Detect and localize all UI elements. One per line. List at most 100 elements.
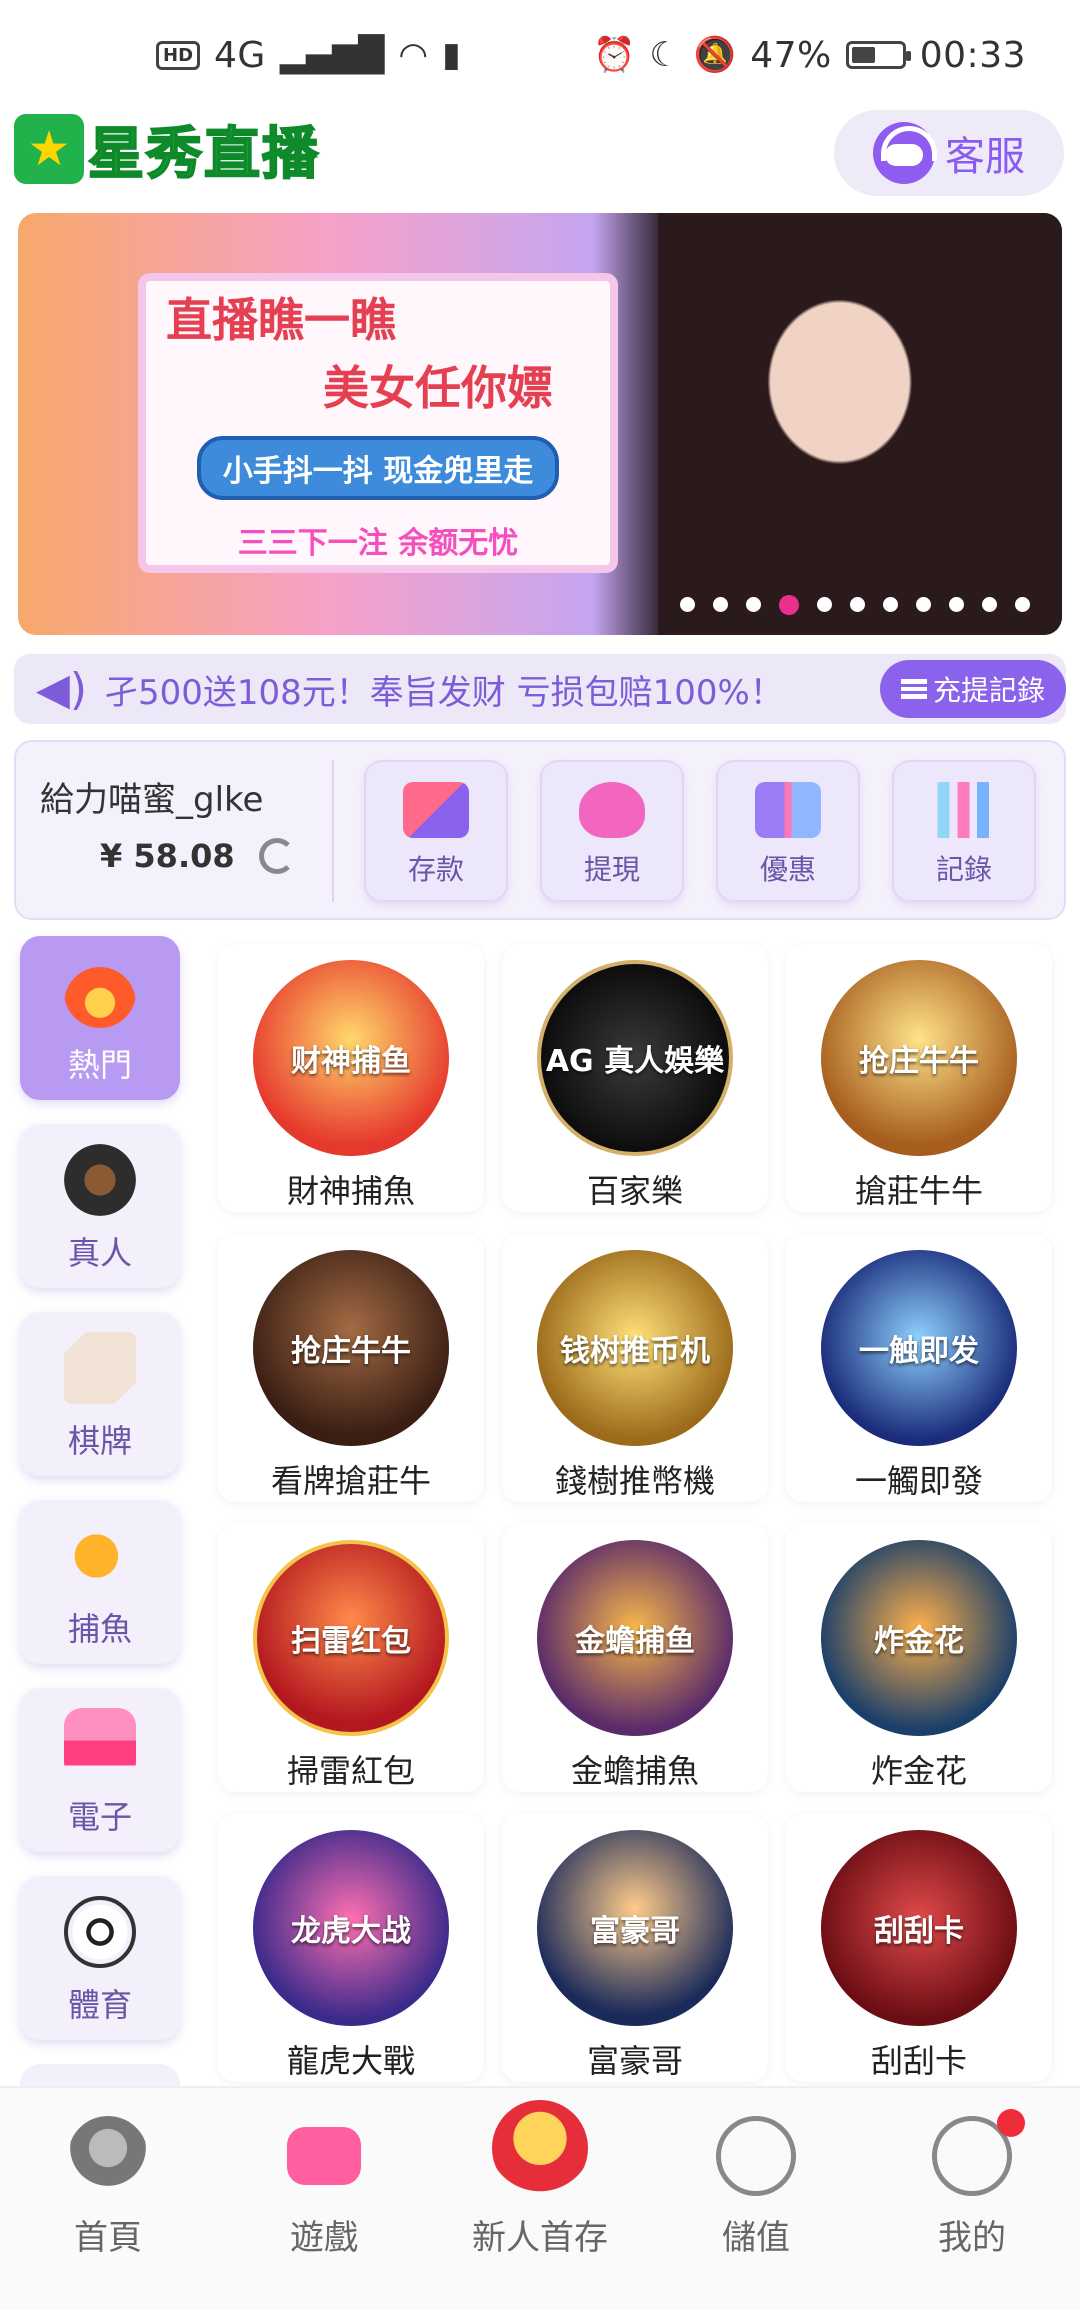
game-card-rich-guy[interactable]: 富豪哥 富豪哥 — [502, 1814, 768, 2082]
category-label: 真人 — [67, 1234, 132, 1272]
battery-icon — [845, 41, 911, 69]
signal-icon: ▂▄▆█ — [279, 35, 385, 75]
game-name: 龍虎大戰 — [286, 2042, 415, 2080]
deposit-button[interactable]: 存款 — [364, 760, 508, 902]
banner-dot[interactable] — [680, 597, 695, 612]
category-label: 電子 — [67, 1798, 132, 1836]
game-thumbnail: 抢庄牛牛 — [253, 1250, 449, 1446]
slot-machine-icon — [64, 1708, 136, 1780]
fire-icon — [64, 956, 136, 1028]
game-name: 掃雷紅包 — [286, 1752, 415, 1790]
wallet-panel: 給力喵蜜_glke ¥ 58.08 存款 提現 優惠 記錄 — [14, 740, 1066, 920]
category-label: 體育 — [67, 1986, 132, 2024]
game-name: 炸金花 — [870, 1752, 967, 1790]
banner-dot[interactable] — [916, 597, 931, 612]
game-thumbnail: 财神捕鱼 — [253, 960, 449, 1156]
records-button-label: 充提記錄 — [932, 674, 1045, 707]
nav-topup[interactable]: 儲值 — [656, 2116, 856, 2259]
notification-dot — [997, 2109, 1025, 2137]
game-card-caishen-fishing[interactable]: 财神捕鱼 財神捕魚 — [218, 944, 484, 1212]
user-profile-icon — [932, 2109, 1025, 2196]
gamepad-icon — [287, 2127, 361, 2185]
banner-dot[interactable] — [713, 597, 728, 612]
game-grid: 财神捕鱼 財神捕魚 AG 真人娛樂 百家樂 抢庄牛牛 搶莊牛牛 抢庄牛牛 看牌搶… — [218, 944, 1058, 2082]
nav-first-deposit[interactable]: 新人首存 — [440, 2100, 640, 2259]
banner-pagination[interactable] — [680, 595, 1030, 615]
status-right: ⏰ ☾ 🔕 47% 00:33 — [593, 35, 1026, 76]
game-thumbnail: 富豪哥 — [537, 1830, 733, 2026]
category-sports[interactable]: 體育 — [20, 1876, 180, 2040]
refresh-icon[interactable] — [258, 838, 295, 874]
deposit-withdraw-records-button[interactable]: 充提記錄 — [880, 660, 1066, 718]
withdraw-button[interactable]: 提現 — [540, 760, 684, 902]
banner-dot[interactable] — [746, 597, 761, 612]
banner-dot[interactable] — [982, 597, 997, 612]
category-slots[interactable]: 電子 — [20, 1688, 180, 1852]
headset-icon — [873, 122, 937, 184]
game-card-hair-trigger[interactable]: 一触即发 一觸即發 — [786, 1234, 1052, 1502]
poker-chip-icon — [64, 1144, 136, 1216]
deposit-card-icon — [403, 782, 469, 838]
game-thumbnail: 刮刮卡 — [821, 1830, 1017, 2026]
promo-banner[interactable]: 直播瞧一瞧 美女任你嫖 小手抖一抖 现金兜里走 三三下一注 余额无忧 — [18, 213, 1062, 635]
banner-dot[interactable] — [817, 597, 832, 612]
records-button[interactable]: 記錄 — [892, 760, 1036, 902]
nav-profile[interactable]: 我的 — [872, 2109, 1072, 2259]
battery-percent: 47% — [750, 34, 832, 76]
app-header: ★ 星秀直播 客服 — [0, 110, 1080, 204]
banner-dot-active[interactable] — [779, 595, 799, 615]
game-thumbnail: 抢庄牛牛 — [821, 960, 1017, 1156]
balance: ¥ 58.08 — [100, 837, 235, 875]
category-fishing[interactable]: 捕魚 — [20, 1500, 180, 1664]
category-sidebar: 熱門 真人 棋牌 捕魚 電子 體育 — [20, 936, 180, 2124]
game-card-see-card-bull[interactable]: 抢庄牛牛 看牌搶莊牛 — [218, 1234, 484, 1502]
soccer-ball-icon — [64, 1896, 136, 1968]
game-card-scratch-card[interactable]: 刮刮卡 刮刮卡 — [786, 1814, 1052, 2082]
game-thumbnail: 炸金花 — [821, 1540, 1017, 1736]
game-card-baccarat[interactable]: AG 真人娛樂 百家樂 — [502, 944, 768, 1212]
game-name: 搶莊牛牛 — [854, 1172, 983, 1210]
game-name: 一觸即發 — [854, 1462, 983, 1500]
game-name: 百家樂 — [586, 1172, 683, 1210]
banner-dot[interactable] — [850, 597, 865, 612]
game-name: 財神捕魚 — [286, 1172, 415, 1210]
game-thumbnail: AG 真人娛樂 — [537, 960, 733, 1156]
game-thumbnail: 钱树推币机 — [537, 1250, 733, 1446]
promo-clock-icon — [492, 2100, 588, 2196]
banner-dot[interactable] — [1015, 597, 1030, 612]
bar-chart-icon — [931, 782, 997, 838]
nav-games[interactable]: 遊戲 — [224, 2116, 424, 2259]
app-logo[interactable]: ★ 星秀直播 — [14, 114, 320, 188]
category-live[interactable]: 真人 — [20, 1124, 180, 1288]
promotions-button[interactable]: 優惠 — [716, 760, 860, 902]
game-name: 富豪哥 — [586, 2042, 683, 2080]
game-card-dragon-tiger[interactable]: 龙虎大战 龍虎大戰 — [218, 1814, 484, 2082]
category-cards[interactable]: 棋牌 — [20, 1312, 180, 1476]
banner-line-3: 小手抖一抖 现金兜里走 — [196, 436, 560, 500]
clock: 00:33 — [919, 34, 1026, 76]
game-card-golden-toad-fishing[interactable]: 金蟾捕鱼 金蟾捕魚 — [502, 1524, 768, 1792]
announcement-marquee[interactable]: ◀) 孑500送108元！奉旨发财 亏损包赔100%！ 充提記錄 — [14, 654, 1066, 724]
nav-home[interactable]: 首頁 — [8, 2116, 208, 2259]
banner-card: 直播瞧一瞧 美女任你嫖 小手抖一抖 现金兜里走 三三下一注 余额无忧 — [138, 273, 618, 573]
gift-box-icon — [755, 782, 821, 838]
moon-icon: ☾ — [649, 35, 680, 75]
game-card-money-tree-pusher[interactable]: 钱树推币机 錢樹推幣機 — [502, 1234, 768, 1502]
username: 給力喵蜜_glke — [40, 780, 264, 820]
status-left: HD 4G ▂▄▆█ ◠ ▮ — [156, 35, 461, 76]
logo-text: 星秀直播 — [87, 121, 320, 188]
game-card-minesweeper[interactable]: 扫雷红包 掃雷紅包 — [218, 1524, 484, 1792]
customer-service-label: 客服 — [945, 134, 1025, 180]
banner-dot[interactable] — [949, 597, 964, 612]
nav-label: 遊戲 — [290, 2218, 358, 2258]
deposit-label: 存款 — [407, 853, 464, 886]
list-icon — [900, 679, 927, 699]
banner-line-1: 直播瞧一瞧 — [166, 293, 396, 347]
category-hot[interactable]: 熱門 — [20, 936, 180, 1100]
game-card-golden-flower[interactable]: 炸金花 炸金花 — [786, 1524, 1052, 1792]
banner-dot[interactable] — [883, 597, 898, 612]
category-label: 棋牌 — [67, 1422, 132, 1460]
customer-service-button[interactable]: 客服 — [834, 110, 1064, 196]
game-card-bull-banker[interactable]: 抢庄牛牛 搶莊牛牛 — [786, 944, 1052, 1212]
nav-label: 我的 — [938, 2218, 1006, 2258]
